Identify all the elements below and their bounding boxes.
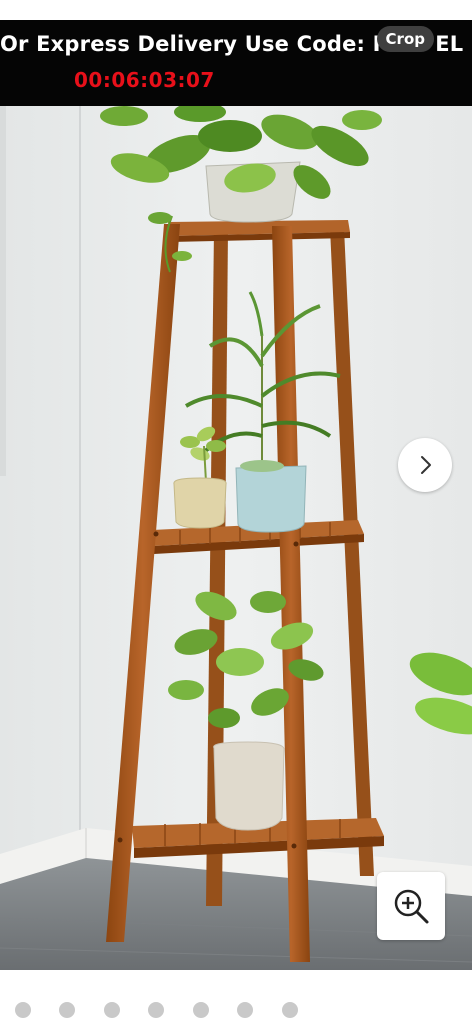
- carousel-dot[interactable]: [104, 1002, 120, 1018]
- product-image[interactable]: [0, 106, 472, 970]
- next-image-button[interactable]: [398, 438, 452, 492]
- carousel-dot[interactable]: [282, 1002, 298, 1018]
- carousel-dot[interactable]: [15, 1002, 31, 1018]
- carousel-dot[interactable]: [148, 1002, 164, 1018]
- zoom-in-icon: [394, 889, 429, 924]
- crop-button[interactable]: Crop: [376, 26, 434, 52]
- countdown-timer: 00:06:03:07: [74, 68, 215, 92]
- carousel-dot[interactable]: [237, 1002, 253, 1018]
- status-bar-strip: [0, 0, 472, 20]
- carousel-dot[interactable]: [193, 1002, 209, 1018]
- zoom-button[interactable]: [377, 872, 445, 940]
- promo-banner: Or Express Delivery Use Code: F EL 00:06:…: [0, 20, 472, 106]
- carousel-dot[interactable]: [59, 1002, 75, 1018]
- carousel-indicator: [0, 1000, 472, 1020]
- product-photo-graphic: [0, 106, 472, 970]
- chevron-right-icon: [421, 456, 431, 474]
